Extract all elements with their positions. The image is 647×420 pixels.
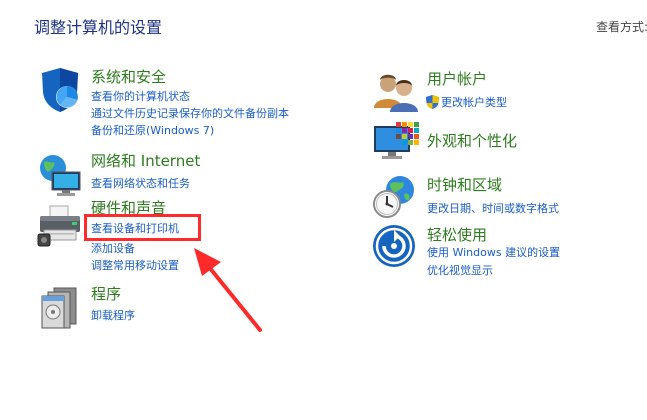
clock-globe-icon[interactable] [372, 172, 420, 220]
category-title-network[interactable]: 网络和 Internet [91, 150, 200, 171]
monitor-palette-icon[interactable] [372, 120, 420, 168]
category-title-appearance[interactable]: 外观和个性化 [427, 130, 517, 151]
highlight-box [84, 214, 201, 241]
printer-icon[interactable] [36, 202, 84, 250]
link-mobility-settings[interactable]: 调整常用移动设置 [91, 257, 179, 273]
ease-of-access-icon[interactable] [372, 222, 420, 270]
uac-shield-icon [426, 94, 439, 109]
programs-icon[interactable] [36, 282, 84, 330]
view-by-label[interactable]: 查看方式: [596, 18, 647, 35]
page-title: 调整计算机的设置 [34, 18, 163, 37]
link-backup-restore[interactable]: 备份和还原(Windows 7) [91, 122, 214, 138]
category-title-ease-of-access[interactable]: 轻松使用 [427, 224, 487, 245]
shield-icon[interactable] [36, 66, 84, 114]
users-icon[interactable] [372, 68, 420, 116]
category-title-clock-region[interactable]: 时钟和区域 [427, 174, 502, 195]
link-view-computer-status[interactable]: 查看你的计算机状态 [91, 88, 190, 104]
link-add-device[interactable]: 添加设备 [91, 240, 135, 256]
link-optimize-visual-display[interactable]: 优化视觉显示 [427, 262, 493, 278]
link-change-date-time-format[interactable]: 更改日期、时间或数字格式 [427, 200, 559, 216]
link-windows-recommended-settings[interactable]: 使用 Windows 建议的设置 [427, 244, 560, 260]
category-title-system-security[interactable]: 系统和安全 [91, 66, 166, 87]
link-uninstall-program[interactable]: 卸载程序 [91, 307, 135, 323]
link-change-account-type[interactable]: 更改帐户类型 [441, 94, 507, 110]
category-title-programs[interactable]: 程序 [91, 283, 121, 304]
link-file-history-backup[interactable]: 通过文件历史记录保存你的文件备份副本 [91, 105, 289, 121]
link-view-network-status[interactable]: 查看网络状态和任务 [91, 175, 190, 191]
network-globe-icon[interactable] [36, 150, 84, 198]
category-title-user-accounts[interactable]: 用户帐户 [427, 68, 487, 89]
